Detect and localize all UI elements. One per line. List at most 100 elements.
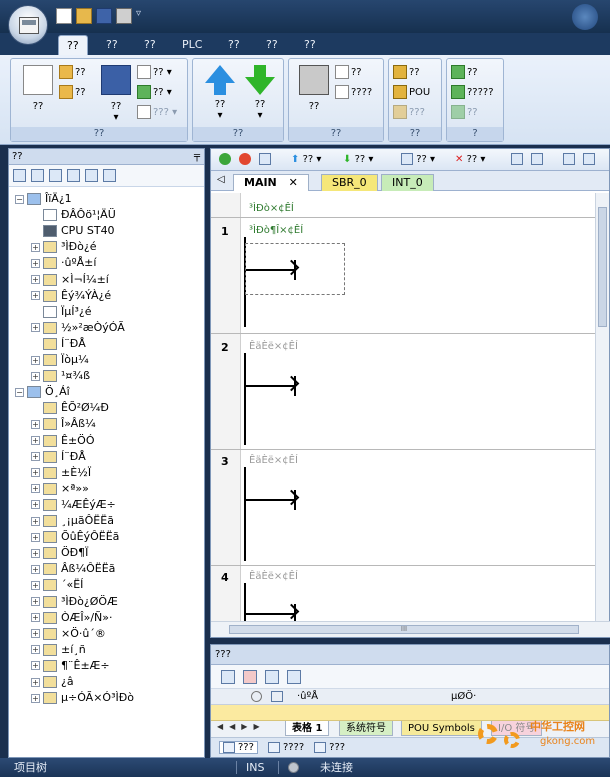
password-button[interactable]: ??: [393, 65, 420, 79]
ribbon-tab-file[interactable]: ??: [58, 35, 88, 55]
protect-disabled-button[interactable]: ???: [393, 105, 425, 119]
download-button[interactable]: ?? ▾: [245, 65, 275, 121]
tree-expander-icon[interactable]: +: [31, 629, 40, 639]
tree-item[interactable]: + ×Ö·û´®: [31, 626, 106, 642]
tree-item[interactable]: + ¹¤¾ß: [31, 368, 90, 384]
tree-item[interactable]: + ×ª»»: [31, 481, 89, 497]
cross-ref-icon[interactable]: [85, 169, 98, 182]
tree-item[interactable]: + Êý¾ÝÀ¿é: [31, 288, 111, 304]
tree-expander-icon[interactable]: +: [31, 516, 40, 526]
customize-toolbar-chevron-icon[interactable]: ▿: [136, 8, 148, 24]
table-view-icon[interactable]: [31, 169, 44, 182]
tree-item[interactable]: + Í¨ÐÅ: [31, 449, 86, 465]
view-output[interactable]: ???: [314, 742, 345, 753]
symbol-view-icon[interactable]: [49, 169, 62, 182]
ladder-diagram[interactable]: ³ÌÐò×¢ÊÍ 1 ³ÌÐò¶Î×¢ÊÍ 2 ÊäÈë×¢ÊÍ 3 ÊäÈë×…: [211, 193, 597, 623]
save-dropdown-chevron-icon[interactable]: ▾: [101, 112, 131, 123]
tree-item[interactable]: − Ö¸Áî: [15, 384, 70, 400]
insert-button[interactable]: ?? ▾: [401, 153, 435, 167]
editor-horizontal-scrollbar[interactable]: III: [211, 621, 610, 637]
tree-item[interactable]: + ´«ËÍ: [31, 577, 83, 593]
tree-item[interactable]: Í¨ÐÅ: [31, 336, 86, 352]
editor-vertical-scrollbar[interactable]: [595, 193, 609, 623]
create-pou-symbols-icon[interactable]: [265, 669, 279, 684]
tree-expander-icon[interactable]: +: [31, 484, 40, 494]
network-title[interactable]: ³ÌÐò¶Î×¢ÊÍ: [249, 225, 303, 236]
tree-item[interactable]: + Ê±ÖÓ: [31, 433, 94, 449]
compile-button[interactable]: [259, 153, 271, 167]
open-button[interactable]: ??: [59, 65, 86, 79]
library-button-3[interactable]: ??: [451, 105, 478, 119]
tree-expander-icon[interactable]: +: [31, 580, 40, 590]
tree-expander-icon[interactable]: +: [31, 355, 40, 365]
tree-expander-icon[interactable]: +: [31, 500, 40, 510]
tree-item[interactable]: + ¸¡µãÔËËã: [31, 513, 114, 529]
tree-item[interactable]: ÊÕ²Ø¼Ð: [31, 400, 109, 416]
rung-line[interactable]: [246, 269, 296, 271]
tree-item[interactable]: + ÕûÊýÔËËã: [31, 529, 119, 545]
tree-expander-icon[interactable]: +: [31, 291, 40, 301]
editor-download-button[interactable]: ⬇ ?? ▾: [343, 153, 373, 167]
tree-item[interactable]: + ÒÆÎ»/Ñ­»·: [31, 610, 113, 626]
previous-version-button[interactable]: ??? ▾: [137, 105, 177, 119]
tree-item[interactable]: + ±È½Ï: [31, 465, 91, 481]
ribbon-tab-edit[interactable]: ??: [98, 35, 126, 55]
save-icon[interactable]: [96, 8, 112, 24]
print-button[interactable]: ??: [299, 65, 329, 112]
new-file-icon[interactable]: [56, 8, 72, 24]
tree-expander-icon[interactable]: +: [31, 693, 40, 703]
vertical-scroll-thumb[interactable]: [598, 207, 607, 327]
rung-line[interactable]: [246, 385, 296, 387]
network-title[interactable]: ÊäÈë×¢ÊÍ: [249, 571, 298, 582]
tree-item[interactable]: ÐÂÔö¹¦ÄÜ: [31, 207, 116, 223]
rung-line[interactable]: [246, 613, 296, 615]
program-comment[interactable]: ³ÌÐò×¢ÊÍ: [249, 203, 294, 214]
tree-expander-icon[interactable]: −: [15, 194, 24, 204]
tree-expander-icon[interactable]: −: [15, 387, 24, 397]
tree-item[interactable]: + ±í¸ñ: [31, 642, 86, 658]
tree-expander-icon[interactable]: +: [31, 275, 40, 284]
rung-line[interactable]: [246, 499, 296, 501]
pin-icon[interactable]: ╤: [194, 149, 200, 165]
library-button-1[interactable]: ??: [451, 65, 478, 79]
export-button[interactable]: ?? ▾: [137, 85, 172, 99]
tree-expander-icon[interactable]: +: [31, 371, 40, 381]
tree-item[interactable]: + Ïòµ¼: [31, 352, 89, 368]
upload-button[interactable]: ?? ▾: [205, 65, 235, 121]
symbol-column-header[interactable]: ·ûºÅ: [297, 689, 318, 705]
tab-scroll-left-icon[interactable]: ◁: [217, 174, 225, 185]
grid-view-button[interactable]: [531, 153, 543, 167]
tree-expander-icon[interactable]: +: [31, 564, 40, 574]
ribbon-tab-help[interactable]: ??: [296, 35, 324, 55]
view-symbol-table[interactable]: ???: [219, 741, 258, 754]
tree-expander-icon[interactable]: +: [31, 597, 40, 606]
application-menu-button[interactable]: [8, 5, 48, 45]
ribbon-tab-debug[interactable]: ??: [220, 35, 248, 55]
tree-expander-icon[interactable]: +: [31, 613, 40, 623]
tree-item[interactable]: + ÖÐ¶Ï: [31, 545, 88, 561]
save-button[interactable]: ?? ▾: [101, 65, 131, 123]
tab-system-symbols[interactable]: 系统符号: [339, 721, 393, 736]
address-column-header[interactable]: µØÖ·: [451, 689, 476, 705]
coil-button[interactable]: [583, 153, 595, 167]
print-preview-button[interactable]: ??: [335, 65, 362, 79]
tree-item[interactable]: + ½»²æÒýÓÃ: [31, 320, 125, 336]
ribbon-tab-view[interactable]: ??: [136, 35, 164, 55]
tree-expander-icon[interactable]: +: [31, 677, 40, 687]
tab-table-1[interactable]: 表格 1: [285, 721, 330, 736]
add-table-icon[interactable]: [221, 669, 235, 684]
ribbon-tab-plc[interactable]: PLC: [174, 35, 210, 55]
view-variable-table[interactable]: ????: [267, 742, 304, 753]
sheet-navigation-icons[interactable]: ◀◀▶▶: [217, 722, 266, 731]
network-title[interactable]: ÊäÈë×¢ÊÍ: [249, 455, 298, 466]
tree-item[interactable]: + ·ûºÅ±í: [31, 255, 96, 271]
tree-item[interactable]: − ÎïÄ¿1: [15, 191, 72, 207]
apply-symbols-icon[interactable]: [287, 669, 301, 684]
tree-expander-icon[interactable]: +: [31, 436, 40, 445]
tree-item[interactable]: + Âß¼­ÔËËã: [31, 561, 115, 577]
pou-protect-button[interactable]: POU: [393, 85, 430, 99]
data-block-icon[interactable]: [67, 169, 80, 182]
tab-close-icon[interactable]: ✕: [289, 176, 298, 189]
open-folder-icon[interactable]: [76, 8, 92, 24]
print-icon[interactable]: [116, 8, 132, 24]
